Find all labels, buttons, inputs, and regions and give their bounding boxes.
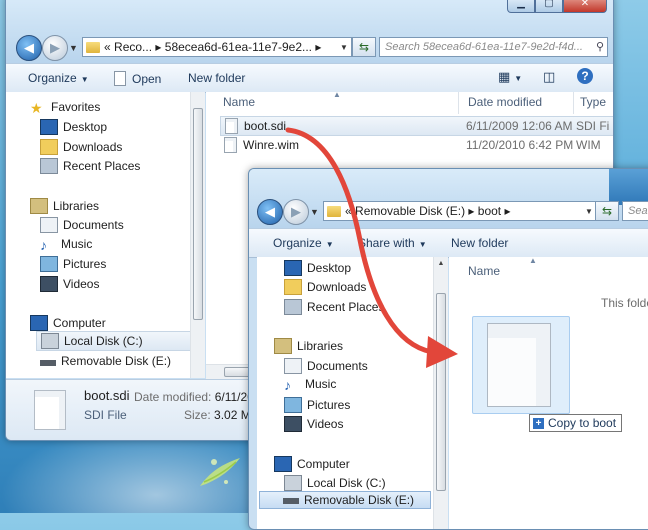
- drag-arrow-annotation: [285, 127, 458, 368]
